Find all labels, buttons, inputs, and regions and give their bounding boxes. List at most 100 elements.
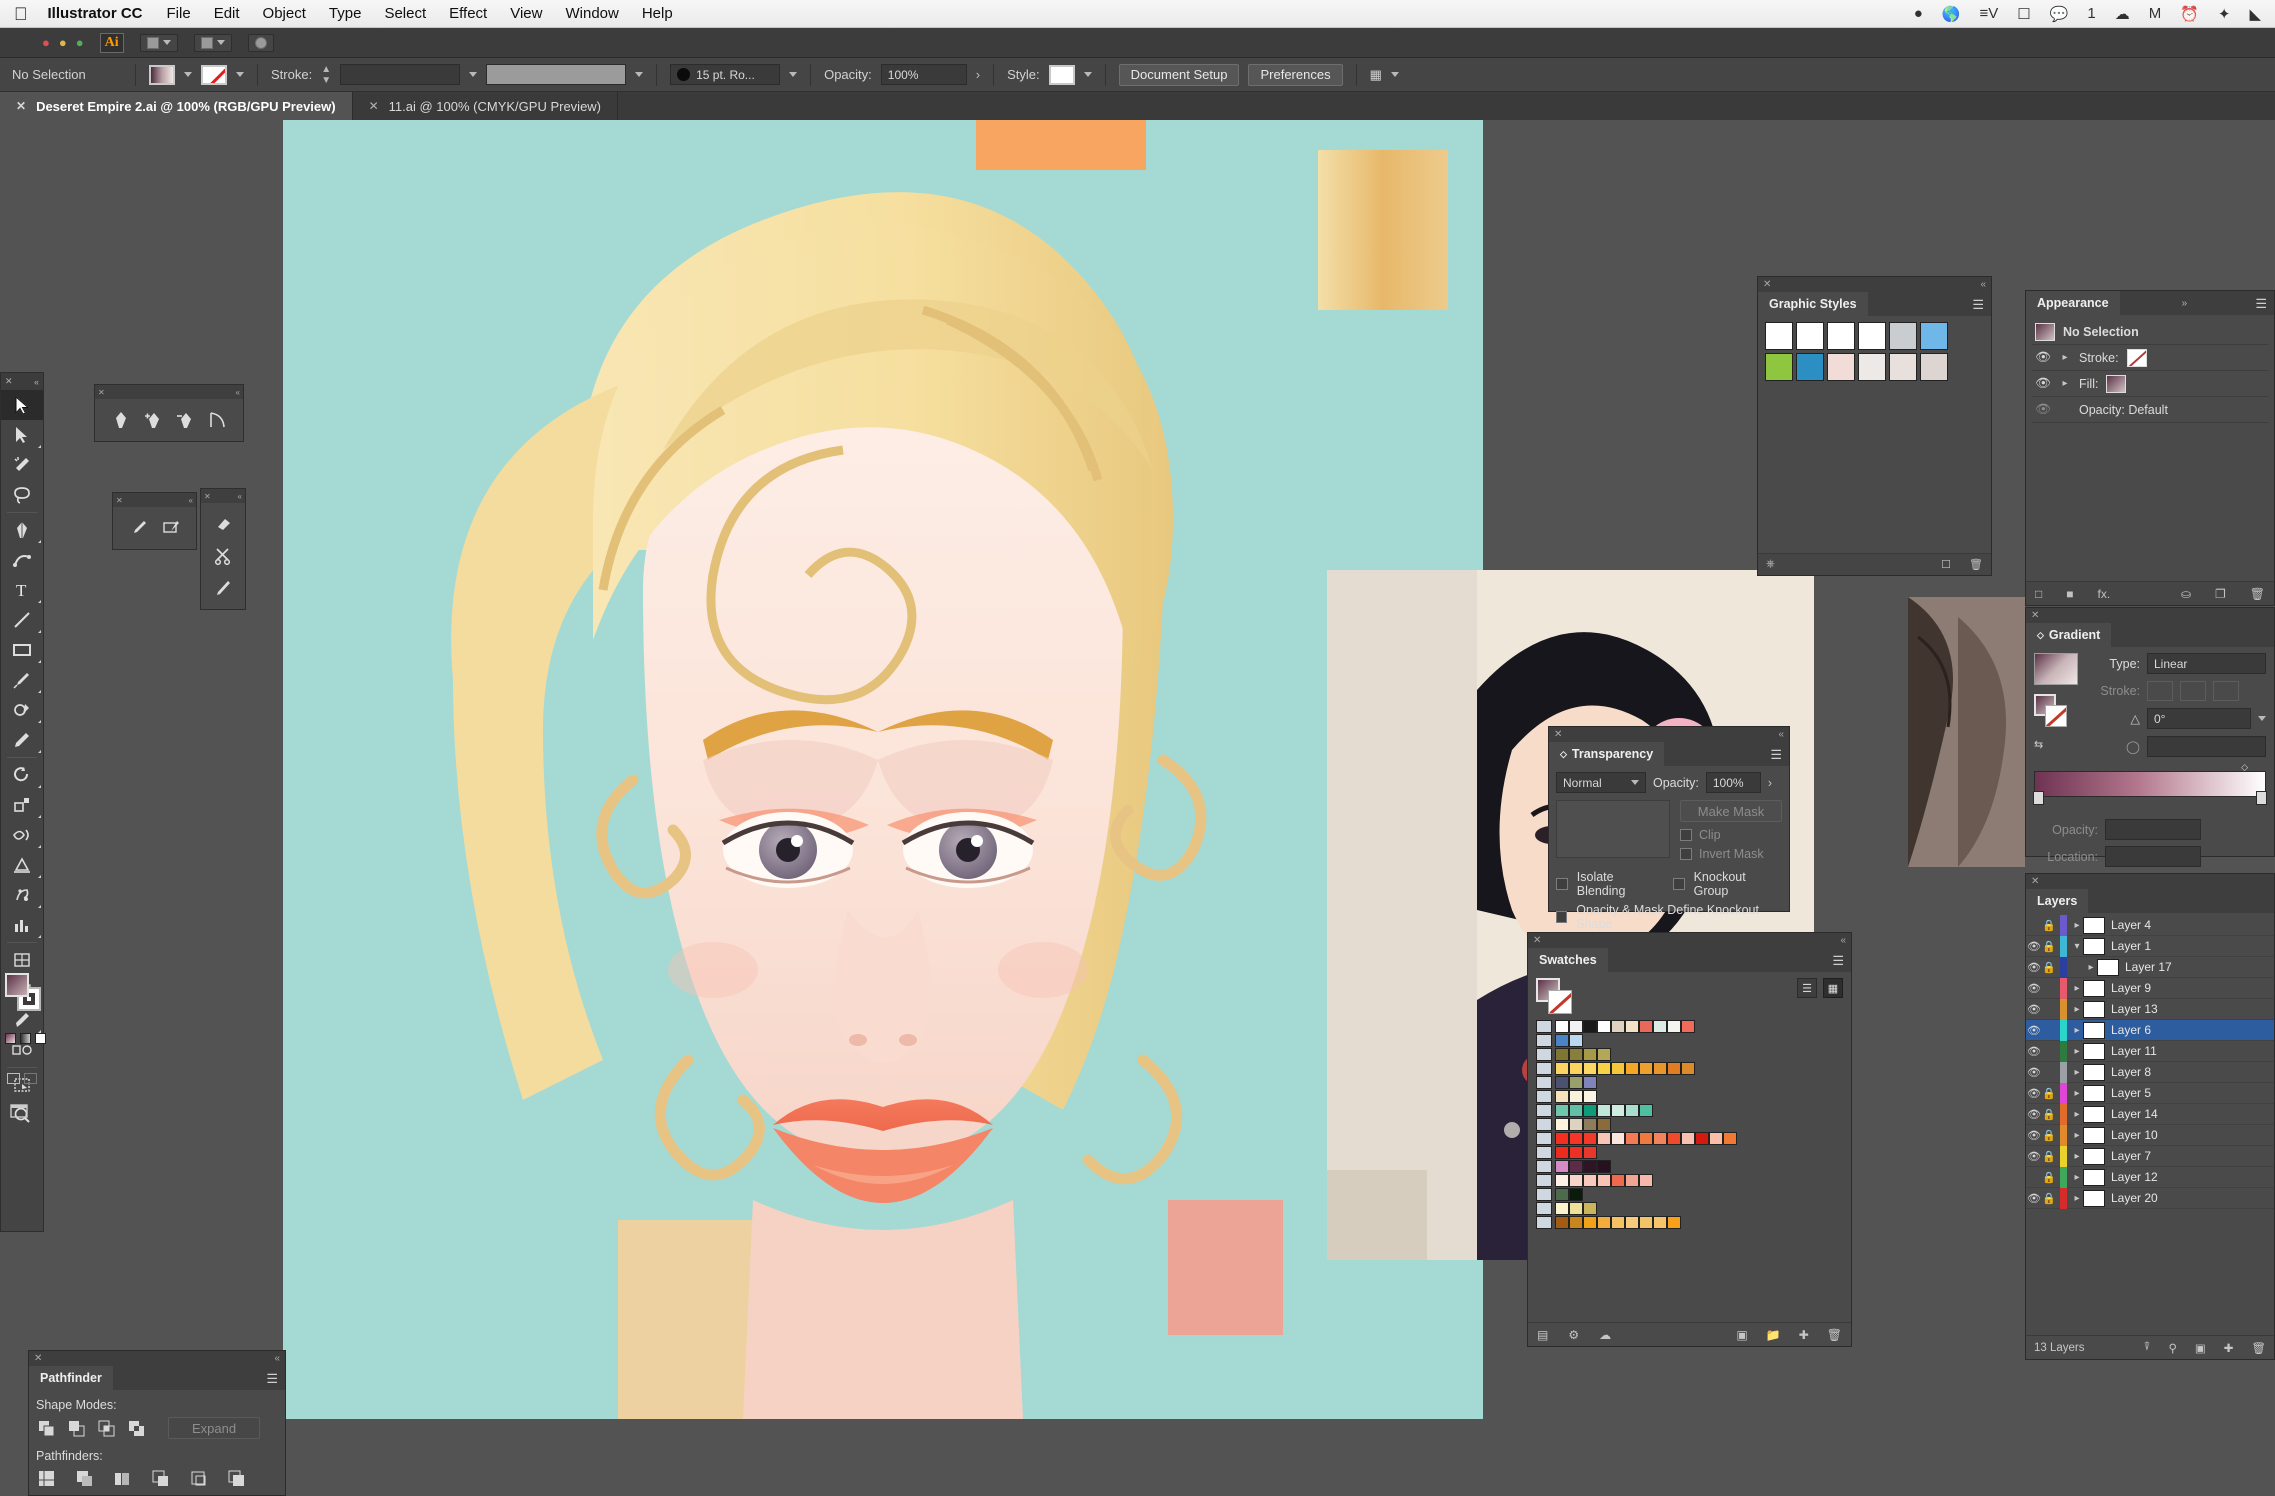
chevron-right-icon[interactable]: ▸ [2071,1193,2083,1204]
menu-item-view[interactable]: View [510,5,542,22]
close-icon[interactable]: ✕ [1533,935,1541,946]
close-icon[interactable]: ✕ [204,492,211,501]
swatch-cell[interactable] [1723,1132,1737,1145]
layer-name-label[interactable]: Layer 4 [2111,918,2151,932]
layer-row[interactable]: 👁 🔒 ▸ Layer 7 [2026,1145,2274,1167]
swatch-cell[interactable] [1681,1062,1695,1075]
chevron-down-icon[interactable]: ▾ [2071,941,2083,952]
arrange-documents-icon[interactable] [139,33,178,52]
swatch-cell[interactable] [1625,1216,1639,1229]
collect-in-new-layer-icon[interactable]: ⍒ [2144,1341,2151,1355]
swatch-group-marker[interactable] [1536,1020,1552,1033]
layer-name-label[interactable]: Layer 7 [2111,1149,2151,1163]
layer-row[interactable]: 👁 ▸ Layer 9 [2026,977,2274,999]
tab-layers[interactable]: Layers [2026,889,2089,913]
wechat-icon[interactable]: 💬 [2050,5,2069,23]
swatch-cell[interactable] [1639,1020,1653,1033]
swatch-cell[interactable] [1583,1048,1597,1061]
chevron-right-icon[interactable]: ▸ [2059,352,2071,363]
app-name-label[interactable]: Illustrator CC [48,5,143,22]
swatch-group-marker[interactable] [1536,1160,1552,1173]
gradient-stop-end[interactable] [2256,791,2267,805]
clip-checkbox[interactable] [1680,829,1692,841]
swatch-cell[interactable] [1597,1216,1611,1229]
visibility-eye-icon[interactable]: 👁 [2026,1128,2042,1142]
collapse-icon[interactable]: « [1778,729,1784,740]
fill-dropdown-caret[interactable] [184,72,192,77]
chevron-right-icon[interactable]: ▸ [2071,1130,2083,1141]
wifi-icon[interactable]: ◣ [2249,5,2261,23]
swatch-cell[interactable] [1583,1104,1597,1117]
swatch-cell[interactable] [1583,1216,1597,1229]
delete-item-icon[interactable]: 🗑 [2250,587,2265,601]
close-icon[interactable]: ✕ [2031,876,2039,887]
merge-button[interactable] [112,1468,133,1489]
mail-icon[interactable]: M [2149,5,2162,22]
rotate-tool[interactable] [1,760,43,790]
lock-icon[interactable]: 🔒 [2042,1192,2056,1205]
swatch-cell[interactable] [1555,1188,1569,1201]
swatch-cell[interactable] [1667,1132,1681,1145]
expand-panels-icon[interactable]: » [2182,298,2188,309]
tab-gradient[interactable]: ◇ Gradient [2026,623,2112,647]
menu-item-effect[interactable]: Effect [449,5,487,22]
visibility-eye-icon[interactable]: 👁 [2026,1065,2042,1079]
layer-row[interactable]: 👁 🔒 ▸ Layer 5 [2026,1082,2274,1104]
chevron-right-icon[interactable]: ▸ [2071,1004,2083,1015]
swatch-cell[interactable] [1555,1062,1569,1075]
swatch-cell[interactable] [1639,1062,1653,1075]
lock-icon[interactable]: 🔒 [2042,1087,2056,1100]
swatch-cell[interactable] [1555,1174,1569,1187]
selection-tool[interactable] [1,390,43,420]
stroke-gradient-along-icon[interactable] [2180,681,2206,701]
gradient-stop-start[interactable] [2033,791,2044,805]
collapse-icon[interactable]: « [189,496,193,505]
swatch-cell[interactable] [1639,1104,1653,1117]
document-tab-deseret[interactable]: ✕ Deseret Empire 2.ai @ 100% (RGB/GPU Pr… [0,92,353,120]
tab-transparency[interactable]: ◇ Transparency [1549,742,1665,766]
graphic-style-thumbnail[interactable] [1889,353,1917,381]
visibility-eye-icon[interactable]: 👁 [2026,1086,2042,1100]
swatch-cell[interactable] [1611,1132,1625,1145]
swatch-cell[interactable] [1653,1062,1667,1075]
swatch-cell[interactable] [1583,1020,1597,1033]
swatch-cell[interactable] [1667,1020,1681,1033]
width-profile-caret[interactable] [635,72,644,77]
line-segment-tool[interactable] [1,605,43,635]
layer-name-label[interactable]: Layer 8 [2111,1065,2151,1079]
swatch-cell[interactable] [1583,1174,1597,1187]
intersect-button[interactable] [96,1417,117,1439]
swatch-cell[interactable] [1597,1118,1611,1131]
layer-name-label[interactable]: Layer 5 [2111,1086,2151,1100]
swatch-cell[interactable] [1625,1104,1639,1117]
lock-icon[interactable]: 🔒 [2042,919,2056,932]
new-layer-icon[interactable]: ✚ [2224,1341,2234,1355]
swatch-cell[interactable] [1597,1132,1611,1145]
graphic-style-thumbnail[interactable] [1765,322,1793,350]
fill-indicator[interactable] [5,973,29,997]
menu-item-type[interactable]: Type [329,5,362,22]
list-view-icon[interactable]: ☰ [1797,978,1817,998]
menu-item-help[interactable]: Help [642,5,673,22]
delete-swatch-icon[interactable]: 🗑 [1827,1328,1842,1342]
add-anchor-point-tool[interactable] [138,405,168,435]
tab-swatches[interactable]: Swatches [1528,948,1608,972]
swatch-cell[interactable] [1569,1188,1583,1201]
close-icon[interactable]: ✕ [16,99,26,113]
swatch-cell[interactable] [1583,1076,1597,1089]
expand-button[interactable]: Expand [168,1417,260,1439]
graphic-style-thumbnail[interactable] [1889,322,1917,350]
visibility-eye-icon[interactable]: 👁 [2035,402,2051,417]
lock-icon[interactable]: 🔒 [2042,961,2056,974]
collapse-icon[interactable]: « [274,1353,280,1364]
opacity-expand-arrow[interactable]: › [976,67,980,82]
variable-width-profile-field[interactable] [486,64,627,85]
curvature-tool[interactable] [1,545,43,575]
swatch-cell[interactable] [1597,1174,1611,1187]
none-button[interactable] [35,1033,46,1044]
minus-front-button[interactable] [66,1417,87,1439]
layer-row[interactable]: 👁 ▸ Layer 8 [2026,1061,2274,1083]
gradient-location-field[interactable] [2105,846,2201,867]
gradient-angle-field[interactable]: 0° [2147,708,2251,729]
lock-icon[interactable]: 🔒 [2042,1129,2056,1142]
